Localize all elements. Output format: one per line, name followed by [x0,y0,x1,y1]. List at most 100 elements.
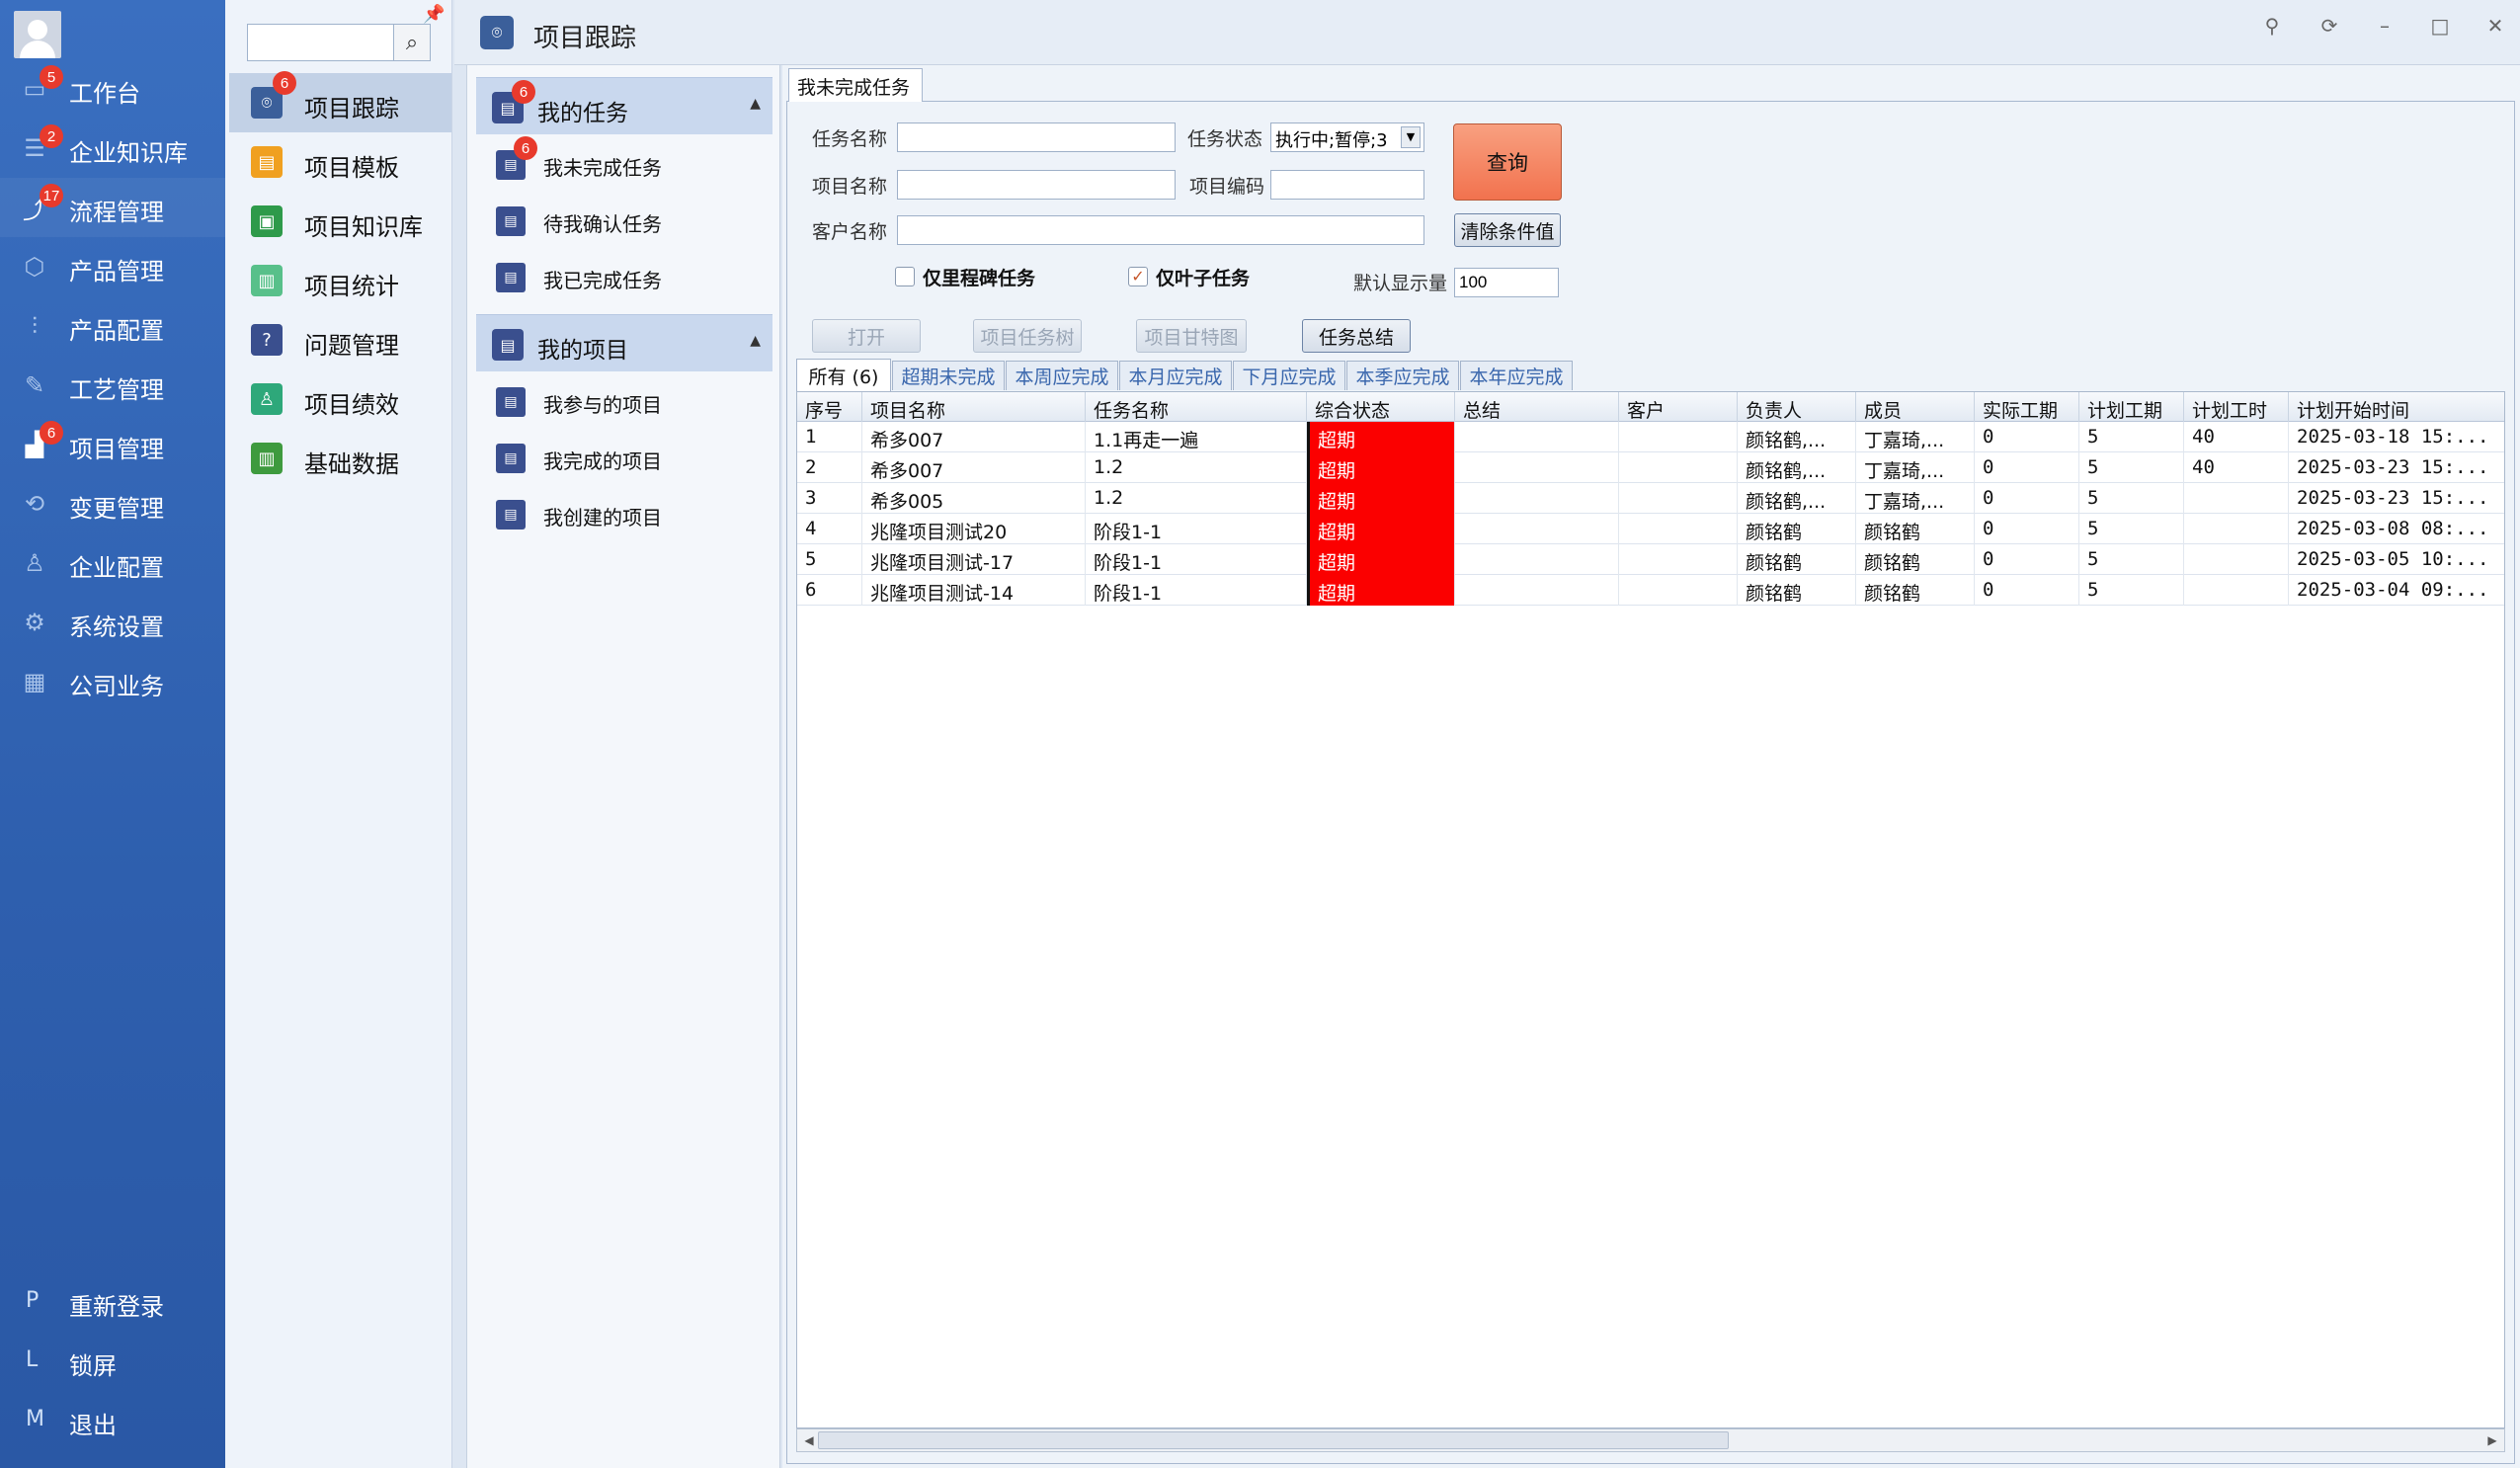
nav-item-5[interactable]: ✎ 工艺管理 [0,356,225,415]
nav-item-3[interactable]: ⬡ 产品管理 [0,237,225,296]
nav-item-10[interactable]: ▦ 公司业务 [0,652,225,711]
nav-item-2[interactable]: ⤴ 流程管理 17 [0,178,225,237]
refresh-icon[interactable]: ⟳ [2310,14,2349,43]
task-name-input[interactable] [897,122,1176,152]
sub-nav-item-6[interactable]: ▥ 基础数据 [229,429,451,488]
filter-tab-4[interactable]: 下月应完成 [1233,361,1345,390]
nav-item-8[interactable]: ♙ 企业配置 [0,533,225,593]
scrollbar-thumb[interactable] [818,1431,1729,1449]
leaf-checkbox[interactable]: ✓ [1128,267,1148,286]
system-item-2[interactable]: M 退出 [0,1393,225,1448]
tree-item-project-0[interactable]: ▤ 我参与的项目 [476,373,772,430]
table-row[interactable]: 2 希多007 1.2 超期 颜铭鹤,... 丁嘉琦,... 0 5 40 2025-03-23 … [797,452,2504,483]
scroll-right-icon[interactable]: ▶ [2483,1431,2501,1449]
search-button[interactable]: ⌕ [393,24,431,61]
task-summary-button[interactable]: 任务总结 [1302,319,1411,353]
query-button[interactable]: 查询 [1453,123,1562,201]
table-cell [2184,514,2289,544]
table-cell: 0 [1975,422,2079,452]
filter-tab-5[interactable]: 本季应完成 [1346,361,1459,390]
nav-item-0[interactable]: ▭ 工作台 5 [0,59,225,119]
nav-item-4[interactable]: ⫶ 产品配置 [0,296,225,356]
nav-item-1[interactable]: ☰ 企业知识库 2 [0,119,225,178]
filter-tab-2[interactable]: 本周应完成 [1006,361,1118,390]
maximize-button[interactable]: □ [2420,14,2460,43]
shortcut-key: P [26,1288,40,1313]
table-row[interactable]: 4 兆隆项目测试20 阶段1-1 超期 颜铭鹤 颜铭鹤 0 5 2025-03-08 08:..… [797,514,2504,544]
table-cell [2184,544,2289,575]
group-label: 我的项目 [537,338,628,364]
menu-search-input[interactable] [247,24,395,61]
column-header[interactable]: 综合状态 [1307,392,1455,422]
minimize-button[interactable]: – [2365,14,2404,43]
collapse-icon[interactable]: ▲ [750,96,761,112]
pin-icon[interactable]: 📌 [423,4,445,25]
default-count-input[interactable] [1454,268,1559,297]
sub-nav-item-4[interactable]: ? 问题管理 [229,310,451,369]
filter-tab-6[interactable]: 本年应完成 [1460,361,1573,390]
table-row[interactable]: 5 兆隆项目测试-17 阶段1-1 超期 颜铭鹤 颜铭鹤 0 5 2025-03-05 10:.… [797,544,2504,575]
box-icon: ⬡ [24,253,45,281]
group-my-projects[interactable]: ▤ 我的项目 ▲ [476,314,772,371]
system-item-1[interactable]: L 锁屏 [0,1334,225,1389]
tasks-badge: 6 [512,80,535,104]
project-name-input[interactable] [897,170,1176,200]
group-my-tasks[interactable]: ▤ 6 我的任务 ▲ [476,77,772,134]
column-header[interactable]: 负责人 [1738,392,1856,422]
table-cell: 丁嘉琦,... [1856,422,1975,452]
tab-unfinished-tasks[interactable]: 我未完成任务 [788,68,923,102]
avatar[interactable] [14,11,61,58]
tree-item-project-1[interactable]: ▤ 我完成的项目 [476,430,772,486]
sub-nav-item-2[interactable]: ▣ 项目知识库 [229,192,451,251]
clear-conditions-button[interactable]: 清除条件值 [1454,213,1561,247]
milestone-checkbox[interactable] [895,267,915,286]
project-code-input[interactable] [1270,170,1424,200]
tree-item-task-0[interactable]: ▤ 6 我未完成任务 [476,136,772,193]
table-cell: 1.2 [1086,452,1307,483]
scroll-left-icon[interactable]: ◀ [800,1431,818,1449]
table-cell: 6 [797,575,862,606]
tree-item-project-2[interactable]: ▤ 我创建的项目 [476,486,772,542]
filter-tab-0[interactable]: 所有 (6) [796,359,891,391]
tree-item-task-2[interactable]: ▤ 我已完成任务 [476,249,772,305]
search-icon[interactable]: ⚲ [2252,14,2292,43]
column-header[interactable]: 计划开始时间 [2289,392,2504,422]
column-header[interactable]: 计划工时 [2184,392,2289,422]
filter-tab-1[interactable]: 超期未完成 [892,361,1005,390]
sub-nav-item-1[interactable]: ▤ 项目模板 [229,132,451,192]
table-cell: 2025-03-23 15:... [2289,452,2504,483]
table-cell [1619,483,1738,514]
sub-nav-label: 项目跟踪 [304,95,399,122]
column-header[interactable]: 总结 [1455,392,1619,422]
task-tree-button[interactable]: 项目任务树 [973,319,1082,353]
filter-tab-3[interactable]: 本月应完成 [1119,361,1232,390]
sub-nav-item-0[interactable]: ⌾ 6 项目跟踪 [229,71,451,132]
collapse-icon[interactable]: ▲ [750,333,761,349]
close-button[interactable]: ✕ [2476,14,2515,43]
gantt-button[interactable]: 项目甘特图 [1136,319,1247,353]
column-header[interactable]: 任务名称 [1086,392,1307,422]
customer-input[interactable] [897,215,1424,245]
column-header[interactable]: 实际工期 [1975,392,2079,422]
column-header[interactable]: 计划工期 [2079,392,2184,422]
system-item-0[interactable]: P 重新登录 [0,1274,225,1330]
column-header[interactable]: 成员 [1856,392,1975,422]
table-row[interactable]: 1 希多007 1.1再走一遍 超期 颜铭鹤,... 丁嘉琦,... 0 5 40 2025-03… [797,422,2504,452]
table-cell [1455,483,1619,514]
status-cell: 超期 [1307,575,1455,606]
tree-item-task-1[interactable]: ▤ 待我确认任务 [476,193,772,249]
table-row[interactable]: 6 兆隆项目测试-14 阶段1-1 超期 颜铭鹤 颜铭鹤 0 5 2025-03-04 09:.… [797,575,2504,606]
project-code-label: 项目编码 [1189,176,1265,198]
sub-nav-item-5[interactable]: ♙ 项目绩效 [229,369,451,429]
column-header[interactable]: 客户 [1619,392,1738,422]
nav-item-7[interactable]: ⟲ 变更管理 [0,474,225,533]
nav-item-6[interactable]: ▟ 项目管理 6 [0,415,225,474]
sub-nav-item-3[interactable]: ▥ 项目统计 [229,251,451,310]
table-row[interactable]: 3 希多005 1.2 超期 颜铭鹤,... 丁嘉琦,... 0 5 2025-03-23 15… [797,483,2504,514]
chevron-down-icon[interactable]: ▼ [1401,126,1421,148]
template-icon: ▤ [251,146,283,178]
column-header[interactable]: 项目名称 [862,392,1086,422]
nav-item-9[interactable]: ⚙ 系统设置 [0,593,225,652]
open-button[interactable]: 打开 [812,319,921,353]
column-header[interactable]: 序号 [797,392,862,422]
